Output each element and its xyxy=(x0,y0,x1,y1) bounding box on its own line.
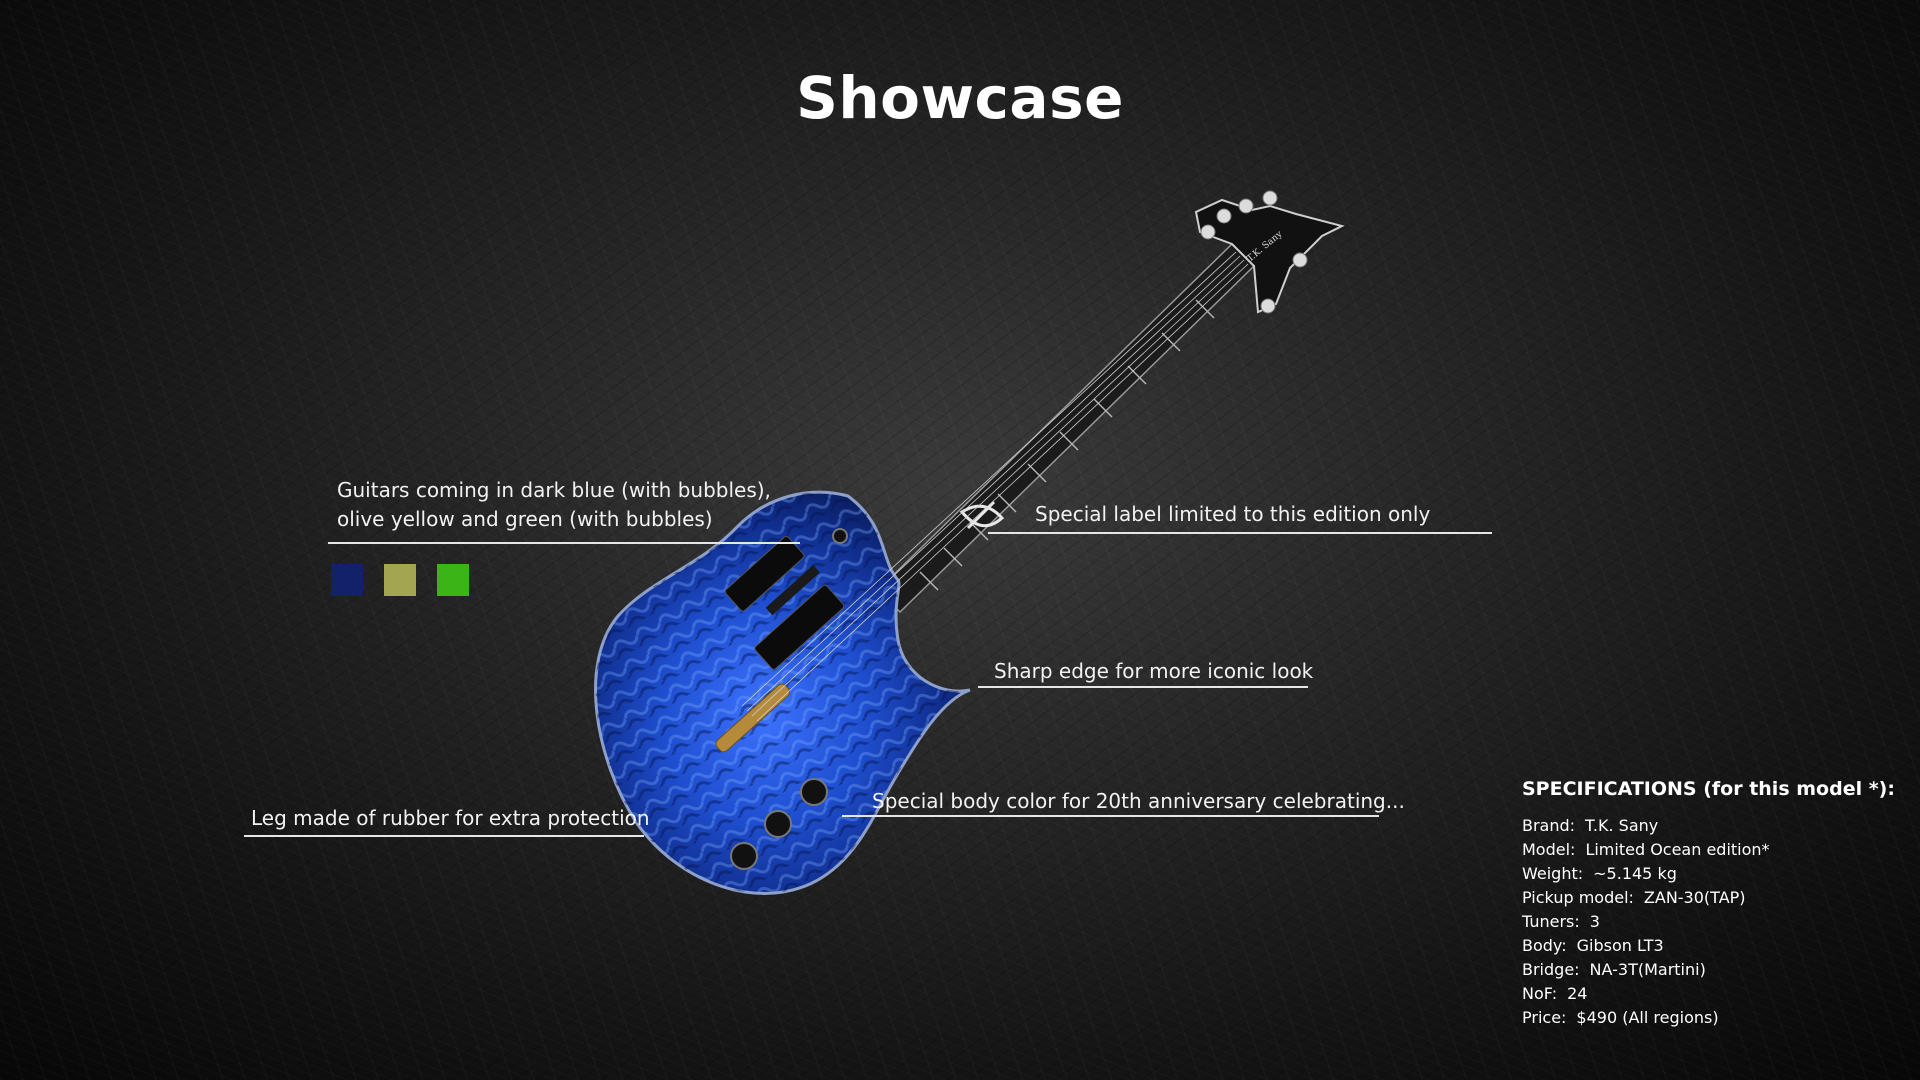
spec-label: Weight: xyxy=(1522,864,1584,883)
spec-label: Price: xyxy=(1522,1008,1567,1027)
callout-edge: Sharp edge for more iconic look xyxy=(994,659,1314,683)
callout-edge-rule xyxy=(978,686,1308,688)
spec-value: NA-3T(Martini) xyxy=(1589,960,1706,979)
callout-colors: Guitars coming in dark blue (with bubble… xyxy=(337,476,771,534)
spec-value: 3 xyxy=(1589,912,1600,931)
spec-row: Body: Gibson LT3 xyxy=(1522,934,1895,958)
specifications-list: Brand: T.K. Sany Model: Limited Ocean editi… xyxy=(1522,814,1895,1030)
callout-leg: Leg made of rubber for extra protection xyxy=(251,806,650,830)
callout-leg-rule xyxy=(244,835,644,837)
color-swatch-olive-yellow[interactable] xyxy=(384,564,416,596)
specifications-panel: SPECIFICATIONS (for this model *): Brand… xyxy=(1522,778,1895,1030)
color-swatch-green[interactable] xyxy=(437,564,469,596)
spec-label: Model: xyxy=(1522,840,1576,859)
guitar-neck xyxy=(876,242,1256,614)
callout-colors-line2: olive yellow and green (with bubbles) xyxy=(337,507,713,531)
spec-row: Model: Limited Ocean edition* xyxy=(1522,838,1895,862)
spec-row: NoF: 24 xyxy=(1522,982,1895,1006)
spec-value: T.K. Sany xyxy=(1585,816,1659,835)
spec-value: $490 (All regions) xyxy=(1576,1008,1719,1027)
spec-label: Body: xyxy=(1522,936,1567,955)
callout-colors-rule xyxy=(328,542,800,544)
callout-label-rule xyxy=(988,532,1492,534)
spec-row: Tuners: 3 xyxy=(1522,910,1895,934)
callout-colors-line1: Guitars coming in dark blue (with bubble… xyxy=(337,478,771,502)
specifications-title: SPECIFICATIONS (for this model *): xyxy=(1522,778,1895,800)
callout-body: Special body color for 20th anniversary … xyxy=(872,789,1405,813)
spec-value: Gibson LT3 xyxy=(1576,936,1664,955)
color-swatch-dark-blue[interactable] xyxy=(331,564,363,596)
spec-row: Price: $490 (All regions) xyxy=(1522,1006,1895,1030)
spec-row: Weight: ~5.145 kg xyxy=(1522,862,1895,886)
spec-label: Tuners: xyxy=(1522,912,1580,931)
spec-value: 24 xyxy=(1567,984,1588,1003)
spec-row: Bridge: NA-3T(Martini) xyxy=(1522,958,1895,982)
spec-label: Bridge: xyxy=(1522,960,1580,979)
spec-value: ZAN-30(TAP) xyxy=(1643,888,1746,907)
spec-value: Limited Ocean edition* xyxy=(1585,840,1770,859)
spec-label: Brand: xyxy=(1522,816,1576,835)
spec-label: Pickup model: xyxy=(1522,888,1634,907)
callout-label: Special label limited to this edition on… xyxy=(1035,502,1431,526)
callout-body-rule xyxy=(842,815,1379,817)
spec-row: Pickup model: ZAN-30(TAP) xyxy=(1522,886,1895,910)
spec-value: ~5.145 kg xyxy=(1593,864,1677,883)
spec-row: Brand: T.K. Sany xyxy=(1522,814,1895,838)
spec-label: NoF: xyxy=(1522,984,1558,1003)
